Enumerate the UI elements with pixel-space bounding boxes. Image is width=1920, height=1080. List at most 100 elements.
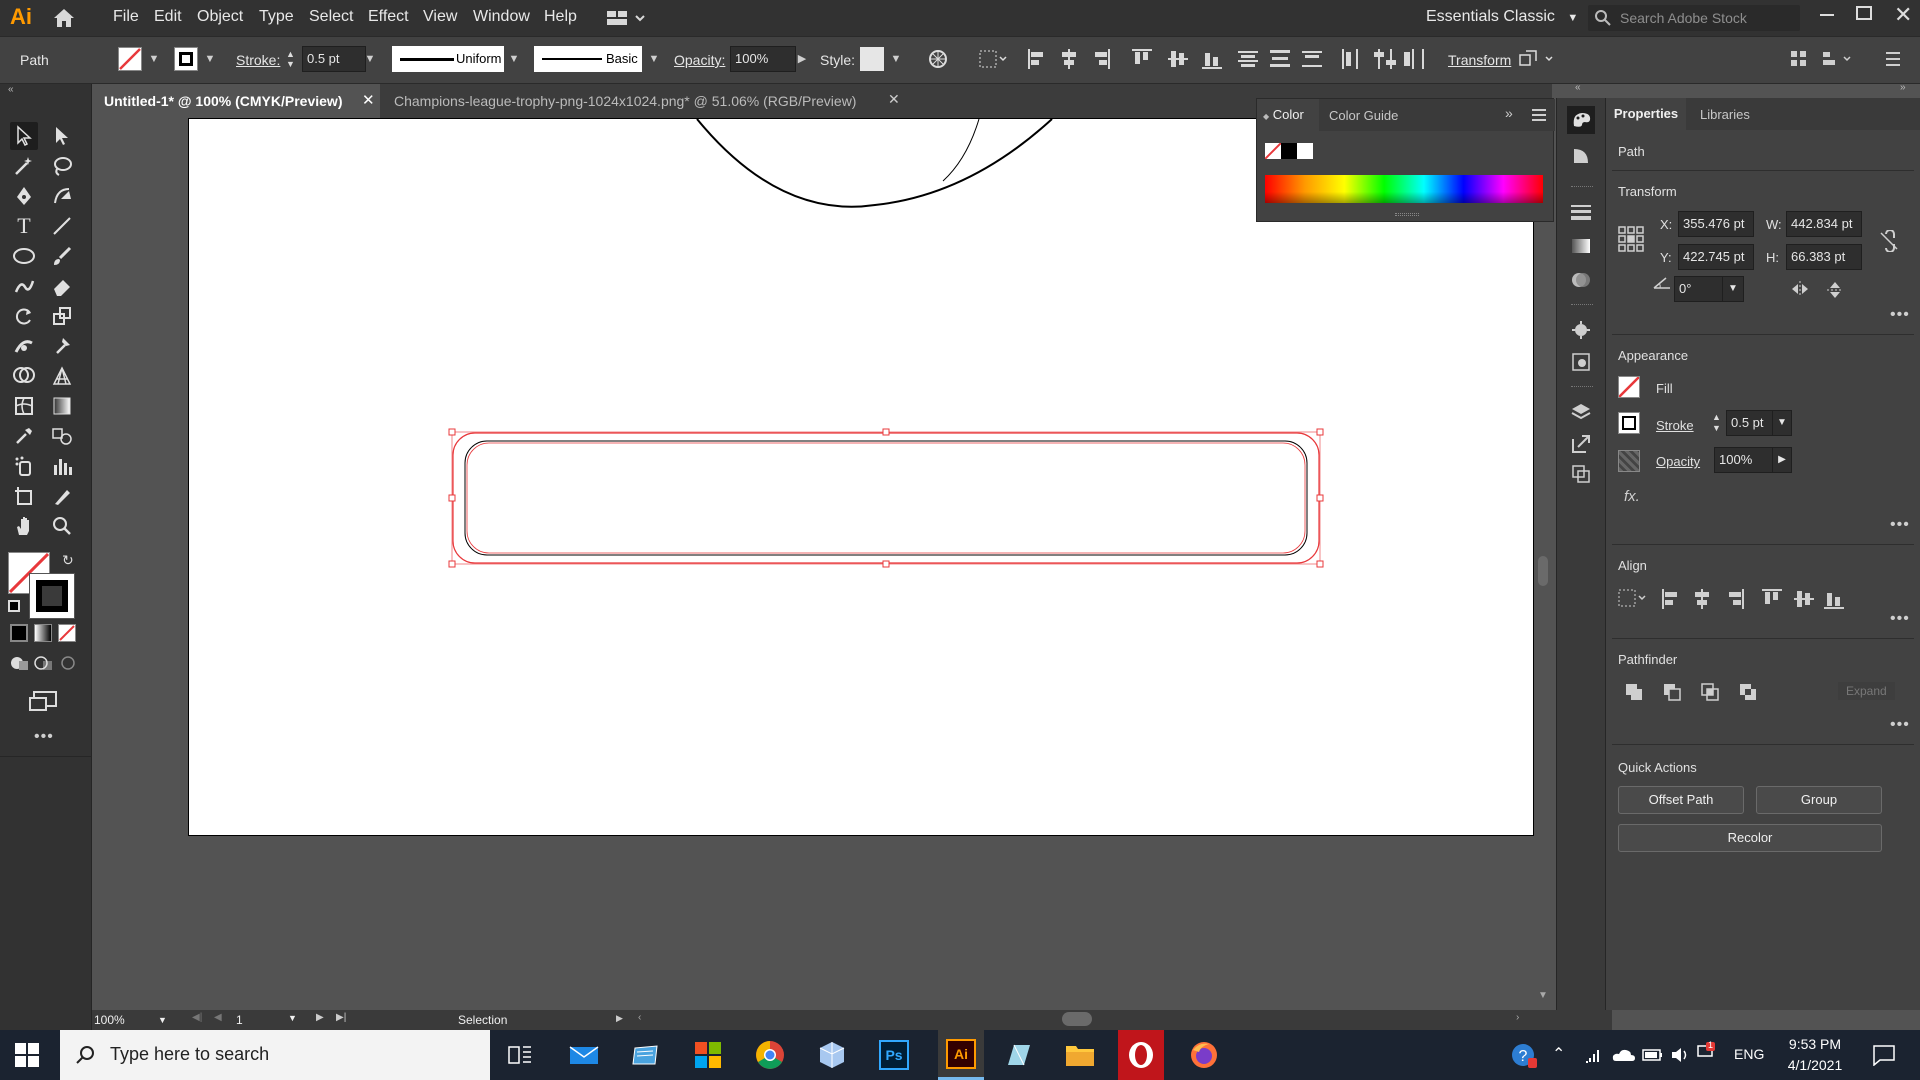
intersect-icon[interactable]	[1700, 682, 1720, 702]
shaper-tool-icon[interactable]	[10, 272, 38, 300]
opacity-label[interactable]: Opacity	[1656, 454, 1700, 469]
microsoft-store-icon[interactable]	[690, 1037, 726, 1073]
tab-champions-league-trophy[interactable]: Champions-league-trophy-png-1024x1024.pn…	[382, 84, 906, 118]
fx-icon[interactable]: fx.	[1624, 488, 1640, 505]
perspective-grid-tool-icon[interactable]	[48, 362, 76, 390]
close-tab-icon[interactable]: ✕	[888, 91, 900, 108]
stroke-color-swatch[interactable]	[30, 574, 74, 618]
volume-icon[interactable]	[1670, 1046, 1690, 1064]
action-center-icon[interactable]	[1872, 1044, 1896, 1066]
constrain-proportions-icon[interactable]	[1878, 230, 1900, 252]
paintbrush-tool-icon[interactable]	[48, 242, 76, 270]
color-guide-panel-icon[interactable]	[1567, 142, 1595, 170]
transparency-panel-icon[interactable]	[1567, 266, 1595, 294]
menu-effect[interactable]: Effect	[368, 8, 409, 26]
ellipse-tool-icon[interactable]	[10, 242, 38, 270]
puppet-warp-tool-icon[interactable]	[48, 332, 76, 360]
eyedropper-tool-icon[interactable]	[10, 422, 38, 450]
stroke-weight-dropdown[interactable]: ▼	[1772, 410, 1792, 436]
language-indicator[interactable]: ENG	[1734, 1046, 1764, 1062]
file-explorer-icon[interactable]	[1062, 1037, 1098, 1073]
magic-wand-tool-icon[interactable]	[10, 152, 38, 180]
default-fill-stroke-icon[interactable]	[8, 600, 20, 612]
pathfinder-more-options[interactable]: •••	[1890, 716, 1910, 734]
tab-color[interactable]: ◆ Color	[1257, 99, 1319, 131]
firefox-icon[interactable]	[1186, 1037, 1222, 1073]
stroke-dropdown[interactable]: ▼	[202, 46, 218, 72]
height-field[interactable]: 66.383 pt	[1786, 244, 1862, 270]
mail-app-icon[interactable]	[566, 1037, 602, 1073]
fill-dropdown[interactable]: ▼	[146, 46, 162, 72]
draw-inside-icon[interactable]	[58, 654, 78, 672]
draw-behind-icon[interactable]	[34, 654, 54, 672]
menu-window[interactable]: Window	[473, 8, 530, 26]
appearance-panel-icon[interactable]	[1567, 316, 1595, 344]
color-panel-icon[interactable]	[1567, 106, 1595, 134]
artboard-tool-icon[interactable]	[10, 482, 38, 510]
zoom-tool-icon[interactable]	[48, 512, 76, 540]
close-window-button[interactable]: ✕	[1894, 2, 1912, 28]
taskbar-search-box[interactable]: Type here to search	[60, 1030, 490, 1080]
y-field[interactable]: 422.745 pt	[1678, 244, 1754, 270]
artboard-number-field[interactable]: 1	[236, 1012, 276, 1028]
horizontal-scroll-thumb[interactable]	[1062, 1012, 1092, 1026]
color-spectrum-bar[interactable]	[1265, 175, 1543, 203]
curvature-tool-icon[interactable]	[48, 182, 76, 210]
stroke-swatch[interactable]	[1618, 412, 1640, 434]
scale-tool-icon[interactable]	[48, 302, 76, 330]
width-field[interactable]: 442.834 pt	[1786, 211, 1862, 237]
scroll-thumb[interactable]	[1538, 556, 1548, 586]
gradient-tool-icon[interactable]	[48, 392, 76, 420]
transform-more-options[interactable]: •••	[1890, 306, 1910, 324]
align-buttons[interactable]	[1618, 588, 1854, 610]
graphic-styles-panel-icon[interactable]	[1567, 348, 1595, 376]
menu-view[interactable]: View	[423, 8, 457, 26]
draw-normal-icon[interactable]	[10, 654, 30, 672]
opacity-arrow[interactable]: ▶	[794, 46, 810, 72]
arrange-documents-icon[interactable]	[606, 10, 646, 26]
help-tray-icon[interactable]: ?	[1510, 1042, 1538, 1070]
opacity-input[interactable]: 100%	[730, 46, 796, 72]
gradient-mode-icon[interactable]	[34, 624, 52, 642]
artboard[interactable]	[188, 118, 1534, 836]
previous-artboard-icon[interactable]: ◀	[214, 1012, 222, 1023]
chrome-icon[interactable]	[752, 1037, 788, 1073]
panel-menu-icon[interactable]	[1532, 109, 1546, 121]
opacity-field[interactable]: 100%	[1714, 447, 1774, 473]
brush-definition[interactable]: Basic	[534, 46, 642, 72]
fill-swatch[interactable]	[1618, 376, 1640, 398]
swap-fill-stroke-icon[interactable]: ↻	[62, 552, 74, 569]
adobe-stock-search[interactable]: Search Adobe Stock	[1588, 5, 1800, 31]
style-dropdown[interactable]: ▼	[888, 46, 904, 72]
restore-window-button[interactable]	[1856, 6, 1872, 20]
export-panel-icon[interactable]	[1567, 430, 1595, 458]
slice-tool-icon[interactable]	[48, 482, 76, 510]
stroke-panel-icon[interactable]	[1567, 198, 1595, 226]
selection-tool-icon[interactable]	[10, 122, 38, 150]
align-to-selection-icon[interactable]	[978, 49, 1008, 69]
brush-dropdown[interactable]: ▼	[646, 46, 662, 72]
eraser-tool-icon[interactable]	[48, 272, 76, 300]
stroke-label[interactable]: Stroke:	[236, 52, 280, 68]
first-artboard-icon[interactable]: ◀|	[192, 1012, 202, 1023]
pen-tool-icon[interactable]	[10, 182, 38, 210]
recolor-artwork-icon[interactable]	[928, 49, 948, 69]
windows-start-icon[interactable]	[14, 1042, 40, 1068]
black-swatch[interactable]	[1281, 143, 1297, 159]
flip-vertical-icon[interactable]	[1826, 280, 1844, 300]
column-graph-tool-icon[interactable]	[48, 452, 76, 480]
illustrator-icon[interactable]: Ai	[938, 1030, 984, 1080]
3d-app-icon[interactable]	[814, 1037, 850, 1073]
appearance-more-options[interactable]: •••	[1890, 516, 1910, 534]
none-mode-icon[interactable]	[58, 624, 76, 642]
edit-toolbar-icon[interactable]: •••	[34, 728, 54, 746]
symbol-sprayer-tool-icon[interactable]	[10, 452, 38, 480]
minus-front-icon[interactable]	[1662, 682, 1682, 702]
tab-untitled-1[interactable]: Untitled-1* @ 100% (CMYK/Preview)	[92, 84, 380, 118]
shape-builder-tool-icon[interactable]	[10, 362, 38, 390]
horizontal-scroll-left[interactable]: ‹	[638, 1012, 641, 1023]
panel-resize-grip[interactable]	[1395, 213, 1419, 216]
keyboard-tray-icon[interactable]: 1	[1696, 1040, 1716, 1064]
scroll-down-arrow[interactable]: ▼	[1538, 990, 1548, 1001]
direct-selection-tool-icon[interactable]	[48, 122, 76, 150]
